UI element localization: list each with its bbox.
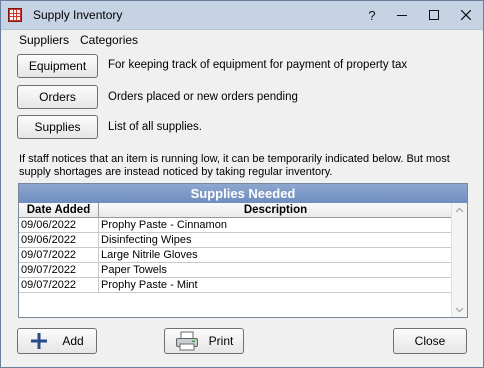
row-date: 09/06/2022 [21, 219, 77, 231]
row-description: Large Nitrile Gloves [101, 249, 198, 261]
row-date: 09/07/2022 [21, 264, 77, 276]
supply-inventory-window: Supply Inventory ? Suppliers Categories … [0, 0, 484, 368]
row-description: Disinfecting Wipes [101, 234, 192, 246]
table-row[interactable]: 09/06/2022 Disinfecting Wipes [19, 233, 452, 248]
row-description: Paper Towels [101, 264, 167, 276]
print-button[interactable]: Print [164, 328, 244, 354]
table-row[interactable]: 09/07/2022 Prophy Paste - Mint [19, 278, 452, 293]
orders-description: Orders placed or new orders pending [108, 91, 298, 103]
supplies-description: List of all supplies. [108, 121, 202, 133]
supplies-button[interactable]: Supplies [17, 115, 98, 139]
table-row[interactable]: 09/07/2022 Large Nitrile Gloves [19, 248, 452, 263]
add-button[interactable]: Add [17, 328, 97, 354]
table-row[interactable]: 09/06/2022 Prophy Paste - Cinnamon [19, 218, 452, 233]
grid-title: Supplies Needed [19, 184, 467, 203]
add-button-label: Add [62, 334, 84, 348]
grid-header: Date Added Description [19, 203, 452, 218]
column-header-description[interactable]: Description [99, 203, 452, 217]
row-date: 09/07/2022 [21, 279, 77, 291]
column-header-date-added[interactable]: Date Added [19, 203, 99, 217]
close-window-button[interactable] [451, 1, 481, 29]
app-grid-icon [8, 8, 22, 22]
plus-icon [31, 333, 48, 349]
equipment-button[interactable]: Equipment [17, 54, 98, 78]
equipment-description: For keeping track of equipment for payme… [108, 59, 408, 71]
row-description: Prophy Paste - Mint [101, 279, 198, 291]
menu-bar: Suppliers Categories [1, 30, 483, 50]
menu-categories[interactable]: Categories [80, 33, 138, 47]
maximize-button[interactable] [419, 1, 449, 29]
orders-button[interactable]: Orders [17, 85, 98, 109]
title-bar[interactable]: Supply Inventory ? [1, 1, 483, 30]
minimize-icon [397, 15, 407, 16]
row-date: 09/07/2022 [21, 249, 77, 261]
scroll-up-icon[interactable] [455, 206, 464, 215]
row-date: 09/06/2022 [21, 234, 77, 246]
row-description: Prophy Paste - Cinnamon [101, 219, 227, 231]
grid-vertical-scrollbar[interactable] [451, 203, 467, 317]
close-button[interactable]: Close [393, 328, 467, 354]
minimize-button[interactable] [387, 1, 417, 29]
help-button[interactable]: ? [357, 1, 387, 29]
grid-rows: 09/06/2022 Prophy Paste - Cinnamon 09/06… [19, 218, 452, 293]
scroll-down-icon[interactable] [455, 305, 464, 314]
maximize-icon [429, 10, 439, 20]
low-supply-note: If staff notices that an item is running… [19, 153, 450, 178]
print-button-label: Print [208, 334, 234, 348]
printer-icon [175, 331, 198, 351]
supplies-needed-grid: Supplies Needed Date Added Description 0… [18, 183, 468, 318]
table-row[interactable]: 09/07/2022 Paper Towels [19, 263, 452, 278]
window-title: Supply Inventory [33, 8, 123, 22]
close-icon [461, 10, 471, 20]
menu-suppliers[interactable]: Suppliers [19, 33, 69, 47]
